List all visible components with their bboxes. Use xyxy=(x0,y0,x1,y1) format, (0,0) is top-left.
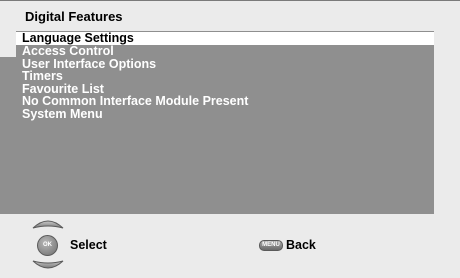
tv-menu-screen: Digital Features Language Settings Acces… xyxy=(0,0,460,278)
menu-item-access-control[interactable]: Access Control xyxy=(16,45,434,58)
menu-item-common-interface[interactable]: No Common Interface Module Present xyxy=(16,95,434,108)
menu-list: Language Settings Access Control User In… xyxy=(16,32,434,120)
back-label: Back xyxy=(286,238,316,252)
menu-item-timers[interactable]: Timers xyxy=(16,70,434,83)
menu-key-icon: MENU xyxy=(259,240,283,251)
left-margin-top xyxy=(0,31,16,57)
left-margin-lower xyxy=(0,57,16,214)
menu-header: Digital Features xyxy=(0,1,460,31)
menu-item-system-menu[interactable]: System Menu xyxy=(16,107,434,121)
select-label: Select xyxy=(70,238,107,252)
menu-item-user-interface-options[interactable]: User Interface Options xyxy=(16,57,434,71)
nav-up-icon xyxy=(32,220,64,229)
page-title: Digital Features xyxy=(25,9,123,24)
ok-key-icon: OK xyxy=(37,235,58,256)
right-margin xyxy=(434,31,460,214)
nav-down-icon xyxy=(32,260,64,269)
footer-bar xyxy=(0,214,460,278)
